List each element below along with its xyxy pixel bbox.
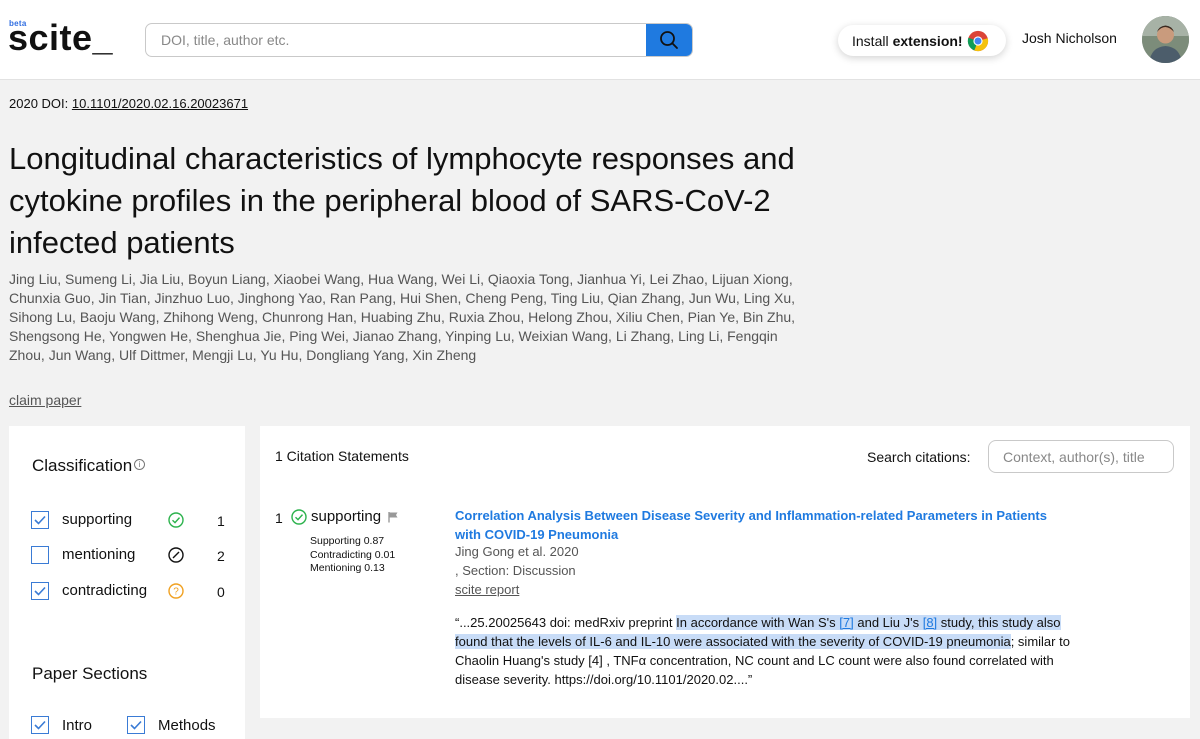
author-list: Jing Liu, Sumeng Li, Jia Liu, Boyun Lian… — [9, 271, 796, 363]
filter-panel: Classification i supporting 1 mentioning … — [9, 426, 245, 739]
methods-checkbox[interactable] — [127, 716, 145, 734]
scite-logo[interactable]: beta scite_ — [8, 14, 118, 62]
citation-excerpt: “...25.20025643 doi: medRxiv preprint In… — [455, 613, 1095, 689]
mentioning-score: Mentioning 0.13 — [310, 562, 385, 574]
checkmark-icon — [34, 586, 46, 596]
top-header: beta scite_ Install extension! Josh Nich… — [0, 0, 1200, 80]
citation-statements-count: 1 Citation Statements — [275, 448, 409, 464]
contradicting-label: contradicting — [62, 582, 148, 599]
scite-report-link[interactable]: scite report — [455, 582, 519, 597]
contradicting-score: Contradicting 0.01 — [310, 548, 396, 561]
classification-heading: Classification i — [32, 456, 146, 476]
citing-paper-section: , Section: Discussion — [455, 563, 576, 578]
citing-paper-authors: Jing Gong et al. 2020 — [455, 544, 579, 559]
search-button[interactable] — [646, 24, 692, 56]
info-icon[interactable]: i — [134, 459, 146, 470]
citation-search — [988, 440, 1174, 473]
reference-link-7[interactable]: [7] — [839, 615, 854, 630]
statement-number: 1 — [275, 510, 283, 526]
citing-paper-title-link[interactable]: Correlation Analysis Between Disease Sev… — [455, 506, 1065, 544]
intro-label: Intro — [62, 717, 93, 734]
flag-icon[interactable] — [387, 511, 399, 523]
doi-link[interactable]: 10.1101/2020.02.16.20023671 — [72, 96, 248, 111]
statement-scores: Supporting 0.87 Contradicting 0.01 Menti… — [310, 535, 395, 576]
filter-contradicting[interactable]: contradicting ? 0 — [31, 582, 231, 602]
mentioning-checkbox[interactable] — [31, 546, 49, 564]
excerpt-highlight-2: and Liu J's — [853, 615, 923, 630]
avatar-image — [1142, 16, 1189, 63]
supporting-checkbox[interactable] — [31, 511, 49, 529]
checkmark-icon — [34, 515, 46, 525]
reference-link-8[interactable]: [8] — [922, 615, 938, 630]
doi-line: 2020 DOI: 10.1101/2020.02.16.20023671 — [9, 96, 248, 111]
statement-classification: supporting — [291, 508, 403, 525]
contradicting-checkbox[interactable] — [31, 582, 49, 600]
user-name[interactable]: Josh Nicholson — [1022, 30, 1117, 46]
check-circle-icon — [291, 508, 307, 525]
excerpt-prefix: “...25.20025643 doi: medRxiv preprint — [455, 615, 677, 630]
question-circle-icon: ? — [168, 583, 184, 599]
statement-tag-label: supporting — [311, 508, 382, 525]
year-doi-prefix: 2020 DOI: — [9, 96, 69, 111]
check-circle-icon — [168, 512, 184, 528]
citation-panel: 1 Citation Statements Search citations: … — [260, 426, 1190, 718]
checkmark-icon — [34, 720, 46, 730]
contradicting-count: 0 — [217, 584, 225, 600]
slash-circle-icon — [168, 547, 184, 563]
excerpt-highlight-1: In accordance with Wan S's — [676, 615, 840, 630]
paper-sections-heading: Paper Sections — [32, 664, 148, 683]
main-search-input[interactable] — [146, 24, 648, 56]
logo-text: scite_ — [8, 17, 114, 58]
claim-paper-link[interactable]: claim paper — [9, 392, 81, 408]
mentioning-label: mentioning — [62, 546, 136, 563]
citation-search-input[interactable] — [989, 441, 1173, 472]
supporting-label: supporting — [62, 511, 133, 528]
mentioning-count: 2 — [217, 548, 225, 564]
intro-checkbox[interactable] — [31, 716, 49, 734]
install-extension-button[interactable]: Install extension! — [838, 25, 1006, 56]
filter-supporting[interactable]: supporting 1 — [31, 511, 231, 531]
install-bold-label: extension! — [892, 32, 963, 49]
supporting-count: 1 — [217, 513, 225, 529]
main-search — [145, 23, 693, 57]
install-label: Install — [852, 32, 889, 49]
avatar[interactable] — [1142, 16, 1189, 63]
search-icon — [660, 31, 678, 49]
supporting-score: Supporting 0.87 — [310, 535, 385, 547]
methods-label: Methods — [158, 717, 216, 734]
checkmark-icon — [130, 720, 142, 730]
chrome-icon — [967, 30, 988, 51]
page-title: Longitudinal characteristics of lymphocy… — [9, 141, 795, 260]
svg-text:?: ? — [173, 587, 179, 598]
search-citations-label: Search citations: — [867, 449, 971, 465]
filter-mentioning[interactable]: mentioning 2 — [31, 546, 231, 566]
classification-heading-label: Classification — [32, 456, 133, 475]
